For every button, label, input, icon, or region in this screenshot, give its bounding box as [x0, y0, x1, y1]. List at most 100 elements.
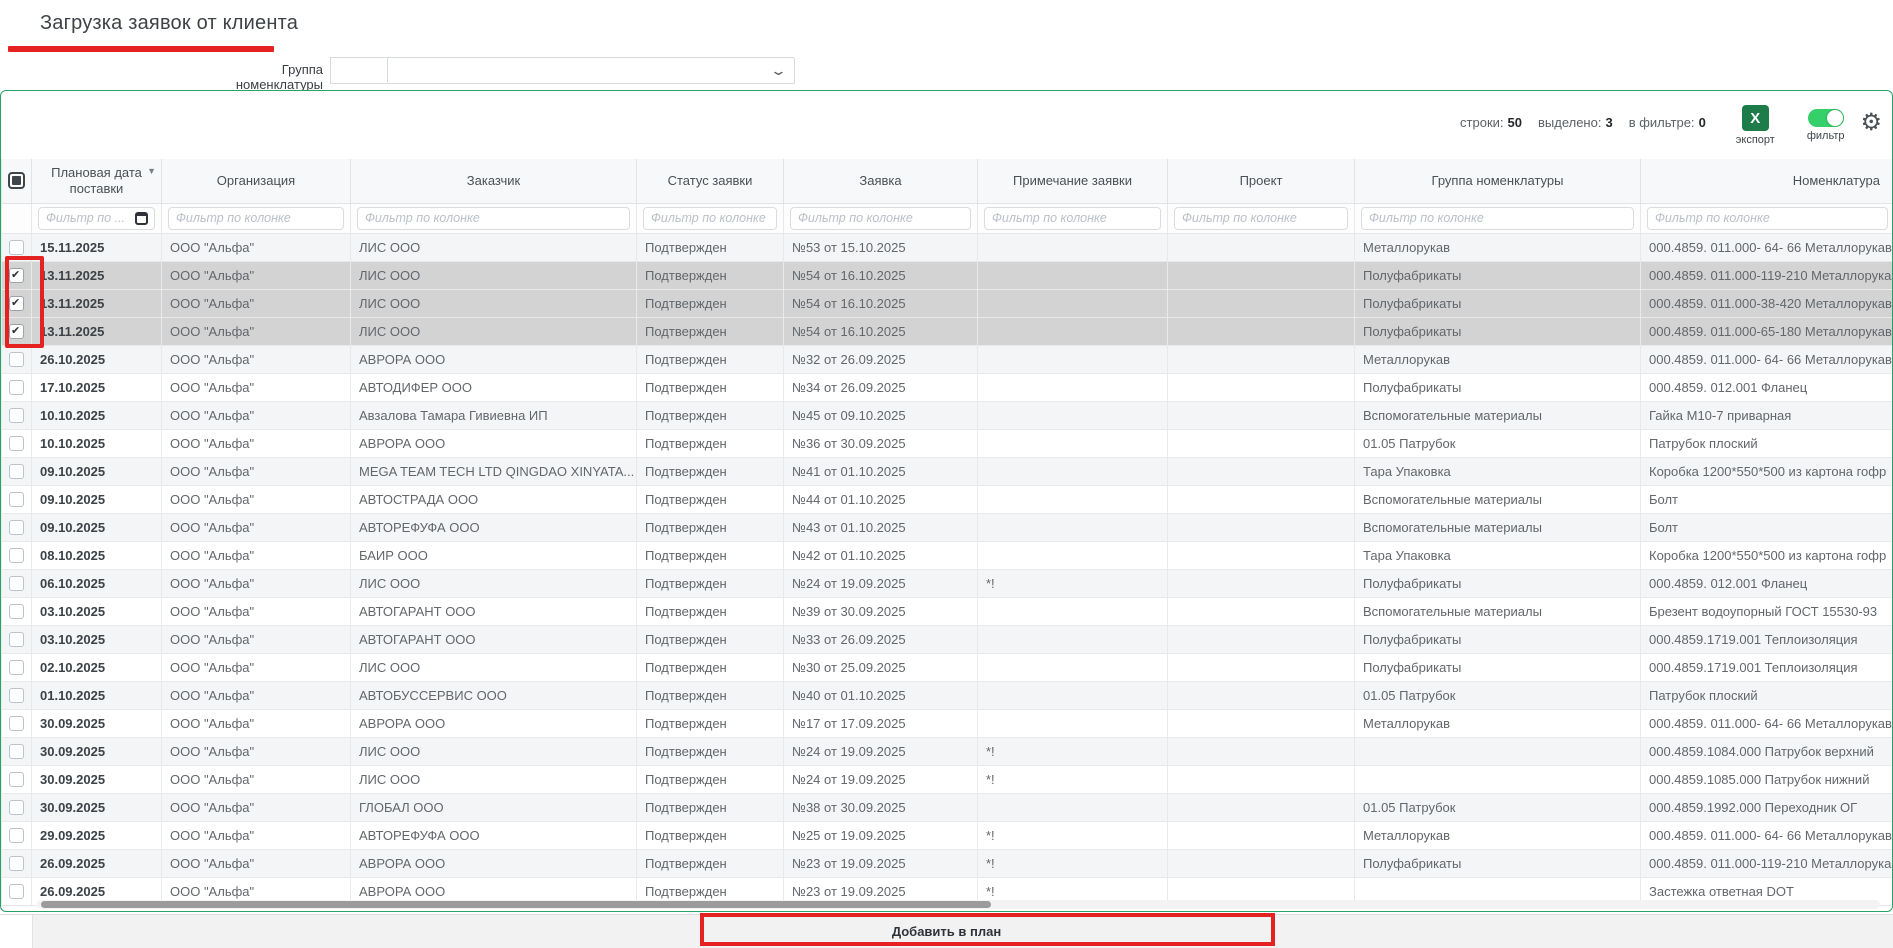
cell-status: Подтвержден — [637, 821, 784, 849]
row-checkbox[interactable] — [9, 716, 24, 731]
row-checkbox[interactable] — [9, 800, 24, 815]
organization-filter-input[interactable] — [168, 207, 344, 230]
header-organization[interactable]: Организация — [162, 159, 351, 203]
cell-request: №42 от 01.10.2025 — [784, 541, 978, 569]
cell-project — [1168, 457, 1355, 485]
cell-organization: ООО "Альфа" — [162, 821, 351, 849]
table-row[interactable]: 02.10.2025 ООО "Альфа" ЛИС ООО Подтвержд… — [2, 653, 1893, 681]
table-row[interactable]: 09.10.2025 ООО "Альфа" MEGA TEAM TECH LT… — [2, 457, 1893, 485]
header-status[interactable]: Статус заявки — [637, 159, 784, 203]
table-row[interactable]: 30.09.2025 ООО "Альфа" ГЛОБАЛ ООО Подтве… — [2, 793, 1893, 821]
table-row[interactable]: 01.10.2025 ООО "Альфа" АВТОБУССЕРВИС ООО… — [2, 681, 1893, 709]
cell-nomenclature-group: 01.05 Патрубок — [1355, 429, 1641, 457]
cell-customer: ЛИС ООО — [351, 765, 637, 793]
row-checkbox[interactable] — [9, 604, 24, 619]
row-checkbox[interactable] — [9, 548, 24, 563]
cell-nomenclature-group: Полуфабрикаты — [1355, 373, 1641, 401]
nomenclature-group-select[interactable]: ⌄ — [387, 57, 795, 84]
row-checkbox[interactable] — [9, 660, 24, 675]
nomenclature-filter-input[interactable] — [1647, 207, 1888, 230]
cell-project — [1168, 709, 1355, 737]
project-filter-input[interactable] — [1174, 207, 1348, 230]
row-checkbox[interactable] — [9, 352, 24, 367]
row-checkbox-cell — [2, 877, 32, 905]
filter-toggle[interactable] — [1808, 109, 1844, 127]
row-checkbox[interactable] — [9, 632, 24, 647]
cell-nomenclature-group: Полуфабрикаты — [1355, 261, 1641, 289]
cell-nomenclature: 000.4859.1084.000 Патрубок верхний — [1641, 737, 1893, 765]
row-checkbox[interactable] — [9, 464, 24, 479]
row-checkbox[interactable] — [9, 380, 24, 395]
row-checkbox[interactable] — [9, 576, 24, 591]
table-row[interactable]: 30.09.2025 ООО "Альфа" АВРОРА ООО Подтве… — [2, 709, 1893, 737]
header-project[interactable]: Проект — [1168, 159, 1355, 203]
select-all-checkbox[interactable] — [8, 172, 25, 189]
cell-organization: ООО "Альфа" — [162, 401, 351, 429]
nomenclature-group-filter-input[interactable] — [1361, 207, 1634, 230]
header-request[interactable]: Заявка — [784, 159, 978, 203]
row-checkbox[interactable] — [9, 520, 24, 535]
table-row[interactable]: 13.11.2025 ООО "Альфа" ЛИС ООО Подтвержд… — [2, 289, 1893, 317]
cell-nomenclature-group: Полуфабрикаты — [1355, 289, 1641, 317]
row-checkbox[interactable] — [9, 436, 24, 451]
row-checkbox-cell — [2, 317, 32, 345]
row-checkbox[interactable] — [9, 492, 24, 507]
row-checkbox[interactable] — [9, 240, 24, 255]
header-customer[interactable]: Заказчик — [351, 159, 637, 203]
gear-icon[interactable]: ⚙ — [1860, 111, 1882, 135]
row-checkbox[interactable] — [9, 688, 24, 703]
table-row[interactable]: 26.09.2025 ООО "Альфа" АВРОРА ООО Подтве… — [2, 849, 1893, 877]
table-row[interactable]: 26.10.2025 ООО "Альфа" АВРОРА ООО Подтве… — [2, 345, 1893, 373]
table-row[interactable]: 10.10.2025 ООО "Альфа" АВРОРА ООО Подтве… — [2, 429, 1893, 457]
row-checkbox[interactable] — [9, 772, 24, 787]
header-request-note[interactable]: Примечание заявки — [978, 159, 1168, 203]
row-checkbox[interactable] — [9, 828, 24, 843]
row-checkbox[interactable] — [9, 296, 24, 311]
cell-organization: ООО "Альфа" — [162, 653, 351, 681]
row-checkbox[interactable] — [9, 856, 24, 871]
row-checkbox[interactable] — [9, 744, 24, 759]
table-row[interactable]: 30.09.2025 ООО "Альфа" ЛИС ООО Подтвержд… — [2, 765, 1893, 793]
customer-filter-input[interactable] — [357, 207, 630, 230]
row-checkbox-cell — [2, 429, 32, 457]
cell-organization: ООО "Альфа" — [162, 345, 351, 373]
calendar-icon[interactable] — [135, 212, 148, 225]
excel-export-icon[interactable]: X — [1742, 105, 1769, 131]
cell-status: Подтвержден — [637, 793, 784, 821]
add-to-plan-button[interactable]: Добавить в план — [852, 920, 1041, 943]
table-row[interactable]: 15.11.2025 ООО "Альфа" ЛИС ООО Подтвержд… — [2, 233, 1893, 261]
table-row[interactable]: 13.11.2025 ООО "Альфа" ЛИС ООО Подтвержд… — [2, 261, 1893, 289]
cell-status: Подтвержден — [637, 653, 784, 681]
table-row[interactable]: 08.10.2025 ООО "Альфа" БАИР ООО Подтверж… — [2, 541, 1893, 569]
table-row[interactable]: 03.10.2025 ООО "Альфа" АВТОГАРАНТ ООО По… — [2, 625, 1893, 653]
cell-status: Подтвержден — [637, 485, 784, 513]
row-checkbox[interactable] — [9, 884, 24, 899]
status-filter-input[interactable] — [643, 207, 777, 230]
header-planned-date[interactable]: Плановая дата поставки▼ — [32, 159, 162, 203]
row-checkbox[interactable] — [9, 324, 24, 339]
cell-nomenclature-group: Полуфабрикаты — [1355, 653, 1641, 681]
table-row[interactable]: 03.10.2025 ООО "Альфа" АВТОГАРАНТ ООО По… — [2, 597, 1893, 625]
table-row[interactable]: 17.10.2025 ООО "Альфа" АВТОДИФЕР ООО Под… — [2, 373, 1893, 401]
table-row[interactable]: 29.09.2025 ООО "Альфа" АВТОРЕФУФА ООО По… — [2, 821, 1893, 849]
request-filter-input[interactable] — [790, 207, 971, 230]
header-nomenclature[interactable]: Номенклатура — [1641, 159, 1893, 203]
nomenclature-group-code-input[interactable] — [330, 57, 387, 84]
cell-nomenclature: 000.4859. 011.000- 64- 66 Металлорукав — [1641, 709, 1893, 737]
horizontal-scrollbar[interactable] — [37, 900, 1880, 909]
table-row[interactable]: 13.11.2025 ООО "Альфа" ЛИС ООО Подтвержд… — [2, 317, 1893, 345]
table-row[interactable]: 06.10.2025 ООО "Альфа" ЛИС ООО Подтвержд… — [2, 569, 1893, 597]
row-checkbox-cell — [2, 793, 32, 821]
row-checkbox-cell — [2, 345, 32, 373]
header-nomenclature-group[interactable]: Группа номенклатуры — [1355, 159, 1641, 203]
cell-project — [1168, 821, 1355, 849]
row-checkbox[interactable] — [9, 408, 24, 423]
table-row[interactable]: 10.10.2025 ООО "Альфа" Авзалова Тамара Г… — [2, 401, 1893, 429]
row-checkbox[interactable] — [9, 268, 24, 283]
table-row[interactable]: 09.10.2025 ООО "Альфа" АВТОСТРАДА ООО По… — [2, 485, 1893, 513]
horizontal-scrollbar-thumb[interactable] — [41, 901, 991, 908]
cell-status: Подтвержден — [637, 429, 784, 457]
table-row[interactable]: 09.10.2025 ООО "Альфа" АВТОРЕФУФА ООО По… — [2, 513, 1893, 541]
request-note-filter-input[interactable] — [984, 207, 1161, 230]
table-row[interactable]: 30.09.2025 ООО "Альфа" ЛИС ООО Подтвержд… — [2, 737, 1893, 765]
